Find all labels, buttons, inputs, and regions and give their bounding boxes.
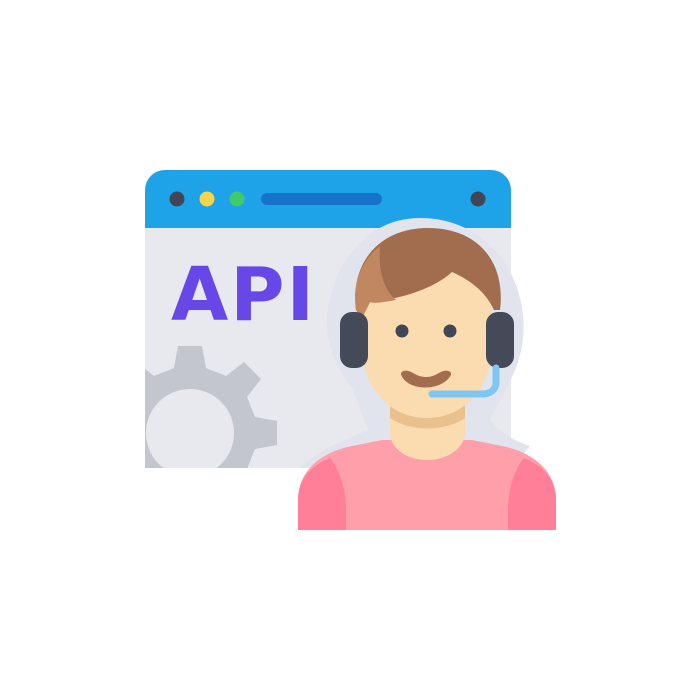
window-dot-menu <box>470 191 486 207</box>
api-support-illustration: API <box>145 170 556 530</box>
headset-left-earcup <box>340 312 368 368</box>
gear-icon <box>145 346 277 468</box>
window-address-bar <box>261 193 382 205</box>
left-eye <box>395 324 409 338</box>
headset-right-earcup <box>486 312 514 368</box>
window-dot-maximize <box>229 191 245 207</box>
illustration-stage: API <box>0 0 700 700</box>
api-label: API <box>171 252 316 338</box>
window-dot-close <box>169 191 185 207</box>
window-dot-minimize <box>199 191 215 207</box>
right-eye <box>443 324 457 338</box>
